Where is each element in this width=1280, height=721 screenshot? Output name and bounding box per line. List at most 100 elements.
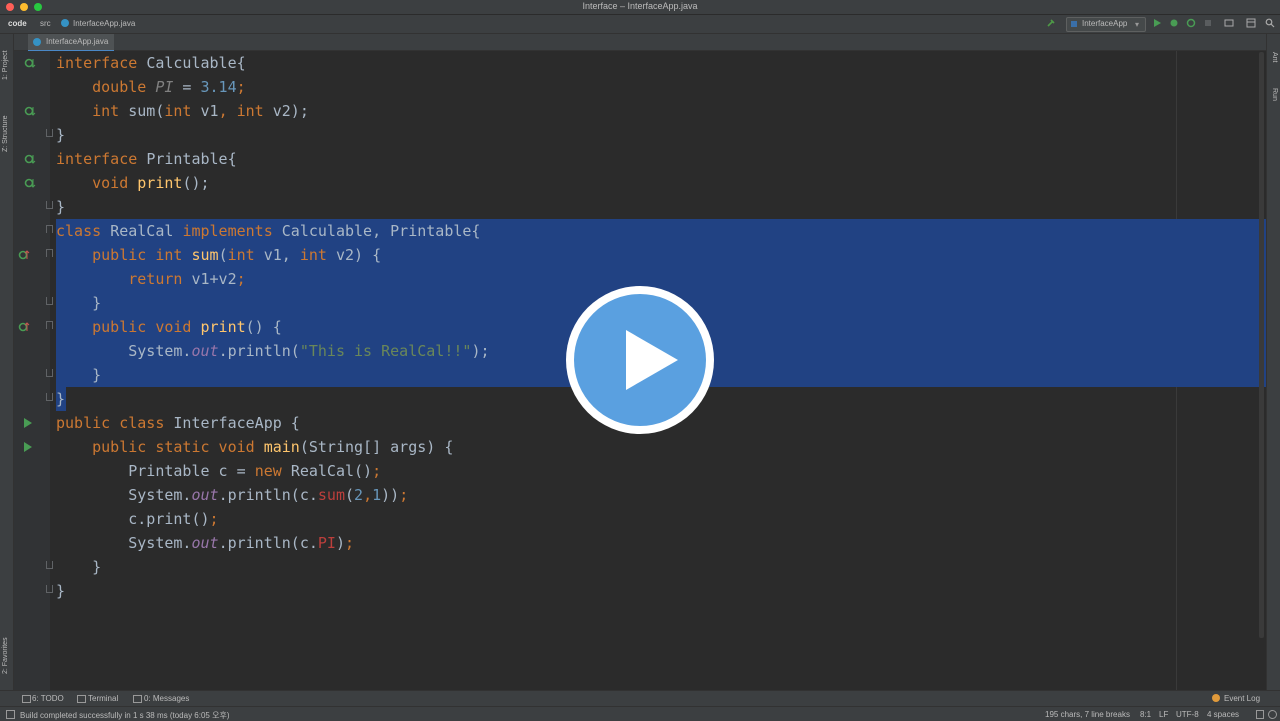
code-token: int bbox=[236, 102, 273, 120]
code-token: .println(c. bbox=[218, 486, 318, 504]
code-token: public class bbox=[56, 414, 174, 432]
lock-icon[interactable] bbox=[1256, 710, 1264, 719]
code-line[interactable]: System.out.println(c.PI); bbox=[56, 531, 354, 555]
debug-icon[interactable] bbox=[1169, 18, 1179, 28]
status-caret-position[interactable]: 8:1 bbox=[1140, 710, 1151, 719]
code-token: PI bbox=[317, 534, 336, 552]
terminal-icon bbox=[77, 695, 86, 703]
code-token: System. bbox=[56, 534, 192, 552]
code-token: (String[] args) { bbox=[299, 438, 454, 456]
code-line[interactable]: } bbox=[56, 291, 101, 315]
code-token: ( bbox=[345, 486, 355, 504]
event-log-icon bbox=[1212, 694, 1220, 702]
messages-icon bbox=[133, 695, 142, 703]
code-line[interactable]: void print(); bbox=[56, 171, 209, 195]
code-line[interactable]: int sum(int v1, int v2); bbox=[56, 99, 309, 123]
code-token: Printable c = bbox=[56, 462, 255, 480]
layout-icon[interactable] bbox=[1246, 18, 1256, 28]
status-indent[interactable]: 4 spaces bbox=[1207, 710, 1239, 719]
status-message[interactable]: Build completed successfully in 1 s 38 m… bbox=[20, 710, 229, 721]
tool-window-messages[interactable]: 0: Messages bbox=[144, 694, 189, 703]
code-token: System. bbox=[56, 486, 192, 504]
code-line[interactable]: class RealCal implements Calculable, Pri… bbox=[56, 219, 480, 243]
code-token: Calculable{ bbox=[146, 54, 246, 72]
code-line[interactable]: return v1+v2; bbox=[56, 267, 245, 291]
code-line[interactable]: System.out.println(c.sum(2,1)); bbox=[56, 483, 408, 507]
code-token: , bbox=[363, 486, 373, 504]
code-token: out bbox=[191, 342, 219, 360]
code-token: sum bbox=[191, 246, 219, 264]
code-line[interactable]: public class InterfaceApp { bbox=[56, 411, 300, 435]
run-config-label: InterfaceApp bbox=[1082, 19, 1128, 28]
video-play-button[interactable] bbox=[566, 286, 714, 434]
code-token: new bbox=[254, 462, 291, 480]
code-token: } bbox=[56, 390, 66, 408]
code-token: int bbox=[227, 246, 264, 264]
code-line[interactable]: } bbox=[56, 555, 101, 579]
tab-interfaceapp[interactable]: InterfaceApp.java bbox=[28, 34, 115, 52]
status-encoding[interactable]: UTF-8 bbox=[1176, 710, 1199, 719]
right-tool-strip: Ant Run bbox=[1266, 34, 1280, 690]
tab-label: InterfaceApp.java bbox=[46, 37, 109, 46]
code-token: } bbox=[56, 126, 66, 144]
code-token: RealCal() bbox=[290, 462, 373, 480]
code-token: int bbox=[164, 102, 201, 120]
tool-window-terminal[interactable]: Terminal bbox=[88, 694, 118, 703]
stop-icon[interactable] bbox=[1203, 18, 1213, 28]
navigation-bar: code src InterfaceApp.java InterfaceApp … bbox=[0, 15, 1280, 34]
tool-window-todo[interactable]: 6: TODO bbox=[32, 694, 64, 703]
tool-windows-bar: 6: TODO Terminal 0: Messages Event Log bbox=[0, 690, 1280, 706]
code-line[interactable]: public void print() { bbox=[56, 315, 282, 339]
tool-window-event-log[interactable]: Event Log bbox=[1224, 694, 1260, 703]
tool-tab-structure[interactable]: Z: Structure bbox=[2, 115, 9, 152]
breadcrumb-project[interactable]: code bbox=[8, 19, 27, 28]
left-tool-strip: 1: Project Z: Structure 2: Favorites bbox=[0, 34, 14, 690]
code-line[interactable]: c.print(); bbox=[56, 507, 219, 531]
code-line[interactable]: } bbox=[56, 123, 65, 147]
code-token: } bbox=[56, 582, 66, 600]
code-line[interactable]: } bbox=[56, 363, 101, 387]
editor-tab-bar: InterfaceApp.java bbox=[14, 34, 1266, 52]
code-line[interactable]: Printable c = new RealCal(); bbox=[56, 459, 381, 483]
code-line[interactable]: } bbox=[56, 579, 65, 603]
code-token: ( bbox=[218, 246, 228, 264]
code-token: ) bbox=[335, 534, 345, 552]
toggle-tool-windows-icon[interactable] bbox=[6, 710, 15, 719]
java-class-icon bbox=[33, 38, 41, 46]
code-token: } bbox=[56, 366, 102, 384]
project-structure-icon[interactable] bbox=[1224, 18, 1234, 28]
coverage-icon[interactable] bbox=[1186, 18, 1196, 28]
tool-tab-run[interactable]: Run bbox=[1271, 88, 1278, 101]
code-token: ); bbox=[471, 342, 490, 360]
code-line[interactable]: } bbox=[56, 387, 65, 411]
code-line[interactable]: interface Printable{ bbox=[56, 147, 237, 171]
hector-icon[interactable] bbox=[1268, 710, 1277, 719]
code-line[interactable]: public int sum(int v1, int v2) { bbox=[56, 243, 381, 267]
code-token: v1+v2 bbox=[191, 270, 237, 288]
build-hammer-icon[interactable] bbox=[1046, 18, 1056, 28]
run-config-select[interactable]: InterfaceApp ▾ bbox=[1066, 17, 1146, 32]
code-line[interactable]: interface Calculable{ bbox=[56, 51, 246, 75]
chevron-down-icon: ▾ bbox=[1135, 20, 1140, 29]
code-token: int bbox=[56, 102, 129, 120]
status-line-separator[interactable]: LF bbox=[1159, 710, 1168, 719]
tool-tab-favorites[interactable]: 2: Favorites bbox=[2, 637, 9, 674]
code-token: ; bbox=[209, 510, 219, 528]
breadcrumb-file[interactable]: InterfaceApp.java bbox=[73, 19, 135, 28]
code-token: , bbox=[218, 102, 237, 120]
code-token: out bbox=[191, 534, 219, 552]
breadcrumb-src[interactable]: src bbox=[40, 19, 51, 28]
code-line[interactable]: System.out.println("This is RealCal!!"); bbox=[56, 339, 490, 363]
editor-scrollbar[interactable] bbox=[1259, 52, 1264, 638]
code-token: 3.14 bbox=[200, 78, 237, 96]
code-token: print bbox=[200, 318, 246, 336]
run-icon[interactable] bbox=[1152, 18, 1162, 28]
search-icon[interactable] bbox=[1265, 18, 1275, 28]
code-token: ; bbox=[372, 462, 382, 480]
code-line[interactable]: } bbox=[56, 195, 65, 219]
tool-tab-project[interactable]: 1: Project bbox=[2, 50, 9, 80]
code-token: RealCal bbox=[110, 222, 183, 240]
code-line[interactable]: public static void main(String[] args) { bbox=[56, 435, 453, 459]
tool-tab-ant[interactable]: Ant bbox=[1271, 52, 1278, 63]
code-line[interactable]: double PI = 3.14; bbox=[56, 75, 246, 99]
